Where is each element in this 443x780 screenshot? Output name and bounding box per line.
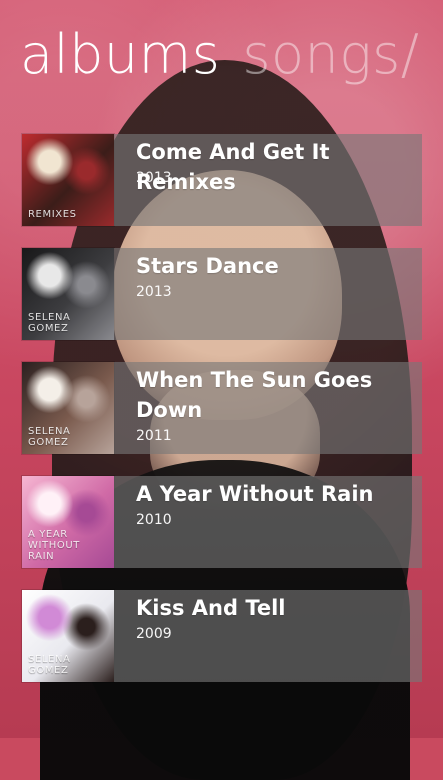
album-meta: Stars Dance 2013	[114, 248, 422, 340]
album-year: 2013	[136, 284, 172, 300]
album-title: Stars Dance	[136, 254, 279, 278]
album-list: REMIXES Come And Get It Remixes 2013 SEL…	[22, 134, 422, 682]
album-title: When The Sun Goes Down	[136, 368, 373, 422]
album-meta: A Year Without Rain 2010	[114, 476, 422, 568]
album-meta: Kiss And Tell 2009	[114, 590, 422, 682]
album-cover: REMIXES	[22, 134, 114, 226]
album-year: 2013	[136, 170, 172, 186]
album-title: A Year Without Rain	[136, 482, 374, 506]
album-meta: When The Sun Goes Down 2011	[114, 362, 422, 454]
pivot-header: albums songs/	[20, 28, 419, 98]
album-meta: Come And Get It Remixes 2013	[114, 134, 422, 226]
album-year: 2010	[136, 512, 172, 528]
album-row[interactable]: REMIXES Come And Get It Remixes 2013	[22, 134, 422, 226]
album-cover-text: A YEAR WITHOUT RAIN	[28, 529, 80, 562]
album-cover-text: REMIXES	[28, 209, 77, 220]
album-year: 2009	[136, 626, 172, 642]
album-title: Come And Get It Remixes	[136, 140, 330, 194]
album-row[interactable]: SELENA GOMEZ Stars Dance 2013	[22, 248, 422, 340]
album-cover: SELENA GOMEZ	[22, 362, 114, 454]
album-cover: A YEAR WITHOUT RAIN	[22, 476, 114, 568]
album-cover: SELENA GOMEZ	[22, 248, 114, 340]
album-title: Kiss And Tell	[136, 596, 286, 620]
album-row[interactable]: SELENA GOMEZ Kiss And Tell 2009	[22, 590, 422, 682]
tab-albums[interactable]: albums	[20, 28, 220, 82]
album-row[interactable]: A YEAR WITHOUT RAIN A Year Without Rain …	[22, 476, 422, 568]
album-year: 2011	[136, 428, 172, 444]
tab-songs[interactable]: songs/	[242, 28, 419, 82]
album-row[interactable]: SELENA GOMEZ When The Sun Goes Down 2011	[22, 362, 422, 454]
album-cover-text: SELENA GOMEZ	[28, 654, 71, 676]
album-cover-text: SELENA GOMEZ	[28, 312, 71, 334]
album-cover-text: SELENA GOMEZ	[28, 426, 71, 448]
album-cover: SELENA GOMEZ	[22, 590, 114, 682]
